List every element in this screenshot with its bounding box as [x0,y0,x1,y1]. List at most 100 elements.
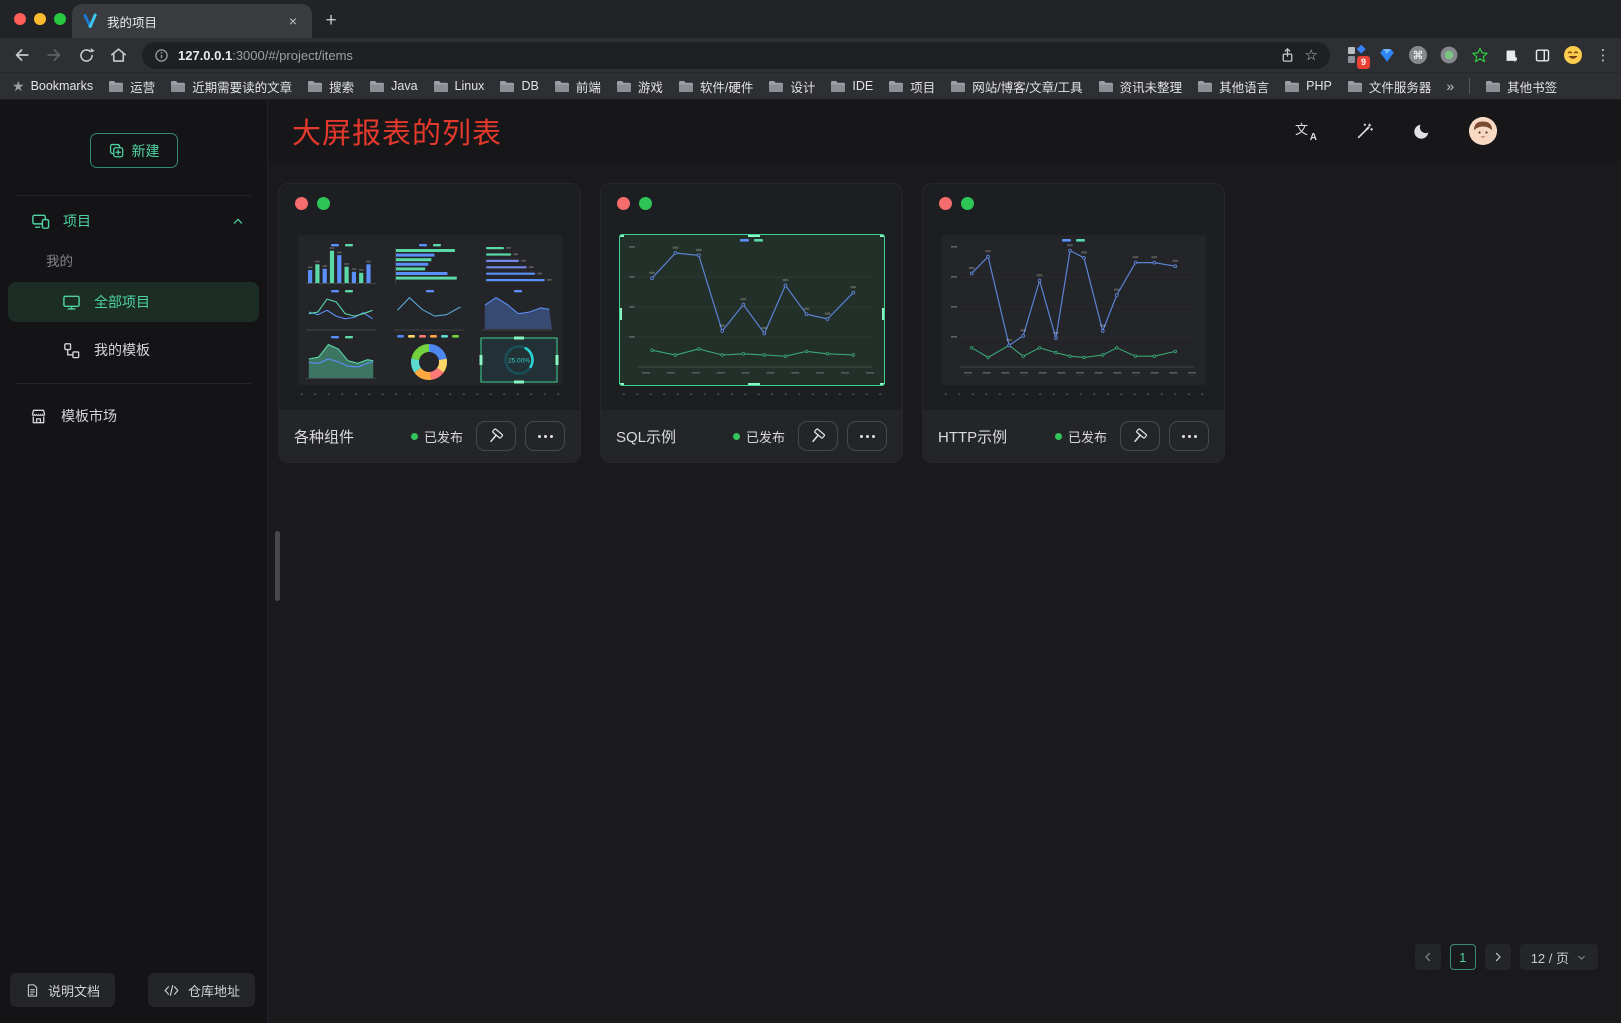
sidebar-item-projects[interactable]: 项目 [0,198,267,244]
url-bar[interactable]: 127.0.0.1:3000/#/project/items ☆ [142,42,1330,69]
more-button[interactable] [1169,421,1209,451]
folder-icon [307,80,323,93]
next-page-button[interactable] [1485,944,1511,970]
other-bookmarks[interactable]: 其他书签 [1485,77,1557,96]
project-card[interactable]: SQL示例 已发布 [600,183,903,463]
folder-icon [170,80,186,93]
star-icon: ★ [12,78,25,95]
magic-wand-icon[interactable] [1355,122,1374,141]
sidebar-item-my-templates[interactable]: 我的模板 [8,330,259,370]
selection-handle[interactable] [748,383,760,385]
minimize-window-button[interactable] [34,13,46,25]
scrollbar-thumb[interactable] [275,531,280,601]
selection-handle[interactable] [620,383,624,385]
project-card-list: 25.00% 各种组件 已发布 [278,183,1225,463]
browser-tab-strip: 我的项目 × + [0,0,1621,38]
more-button[interactable] [525,421,565,451]
bookmark-star-icon[interactable]: ☆ [1305,46,1318,64]
new-tab-button[interactable]: + [318,8,344,34]
bookmark-item[interactable]: IDE [830,79,873,93]
extension-command-icon[interactable]: ⌘ [1406,43,1430,67]
project-thumbnail[interactable]: 25.00% [298,235,562,385]
tab-title: 我的项目 [107,12,157,31]
folder-icon [433,80,449,93]
bookmark-item[interactable]: 设计 [768,77,815,96]
back-button[interactable] [8,41,36,69]
hammer-icon [488,428,505,445]
selection-handle[interactable] [880,235,884,237]
selection-handle[interactable] [748,235,760,237]
language-icon[interactable]: 文 A [1295,121,1317,141]
sidebar-item-all-projects[interactable]: 全部项目 [8,282,259,322]
dark-mode-moon-icon[interactable] [1412,122,1431,141]
folder-icon [369,80,385,93]
selection-handle[interactable] [882,308,884,320]
bookmark-item[interactable]: PHP [1284,79,1332,93]
bookmark-item[interactable]: 游戏 [616,77,663,96]
edit-build-button[interactable] [1120,421,1160,451]
bookmark-item[interactable]: 搜索 [307,77,354,96]
extension-blocks-icon[interactable]: 9 [1344,43,1368,67]
selection-handle[interactable] [620,235,624,237]
extensions-puzzle-icon[interactable] [1499,43,1523,67]
card-green-dot [639,197,652,210]
browser-menu-icon[interactable]: ⋮ [1593,46,1613,64]
share-icon[interactable] [1279,47,1296,64]
extension-green-star-icon[interactable] [1468,43,1492,67]
new-project-button[interactable]: 新建 [90,133,178,168]
document-icon [25,983,40,998]
home-button[interactable] [104,41,132,69]
bookmark-item[interactable]: 前端 [554,77,601,96]
more-button[interactable] [847,421,887,451]
page-info-icon[interactable] [154,48,169,63]
folder-icon [554,80,570,93]
bookmark-item[interactable]: 资讯未整理 [1098,77,1183,96]
hammer-icon [810,428,827,445]
repo-button[interactable]: 仓库地址 [148,973,255,1007]
bookmark-item[interactable]: 其他语言 [1197,77,1269,96]
zoom-window-button[interactable] [54,13,66,25]
reload-button[interactable] [72,41,100,69]
project-thumbnail[interactable] [620,235,884,385]
bookmark-item[interactable]: DB [499,79,538,93]
dotted-divider [937,392,1210,395]
tab-close-icon[interactable]: × [284,12,302,30]
bookmark-item[interactable]: 文件服务器 [1347,77,1432,96]
bookmark-item[interactable]: 项目 [888,77,935,96]
selection-handle[interactable] [880,383,884,385]
page-size-select[interactable]: 12 / 页 [1520,944,1598,970]
edit-build-button[interactable] [798,421,838,451]
folder-icon [1347,80,1363,93]
extension-gem-icon[interactable] [1375,43,1399,67]
project-thumbnail[interactable] [942,235,1206,385]
close-window-button[interactable] [14,13,26,25]
macos-traffic-lights [14,13,66,25]
project-name: HTTP示例 [938,426,1046,447]
prev-page-button[interactable] [1415,944,1441,970]
bookmark-item[interactable]: Java [369,79,417,93]
bookmarks-overflow-icon[interactable]: » [1446,78,1454,94]
selection-handle[interactable] [620,308,622,320]
side-panel-icon[interactable] [1530,43,1554,67]
project-card[interactable]: HTTP示例 已发布 [922,183,1225,463]
bookmark-item[interactable]: 运营 [108,77,155,96]
bookmark-item[interactable]: 软件/硬件 [678,77,753,96]
extension-emoji-icon[interactable] [1561,43,1585,67]
user-avatar[interactable] [1469,117,1497,145]
status-dot [411,433,418,440]
status-badge: 已发布 [1055,427,1107,446]
page-number[interactable]: 1 [1450,944,1476,970]
browser-tab[interactable]: 我的项目 × [72,4,312,38]
forward-button[interactable] [40,41,68,69]
status-dot [733,433,740,440]
bookmarks-manager[interactable]: ★ Bookmarks [12,78,93,95]
bookmark-item[interactable]: 网站/博客/文章/工具 [950,77,1082,96]
edit-build-button[interactable] [476,421,516,451]
project-card[interactable]: 25.00% 各种组件 已发布 [278,183,581,463]
sidebar-item-template-market[interactable]: 模板市场 [0,394,267,438]
extension-record-icon[interactable] [1437,43,1461,67]
docs-button[interactable]: 说明文档 [10,973,115,1007]
bookmark-item[interactable]: Linux [433,79,485,93]
folder-icon [830,80,846,93]
bookmark-item[interactable]: 近期需要读的文章 [170,77,292,96]
